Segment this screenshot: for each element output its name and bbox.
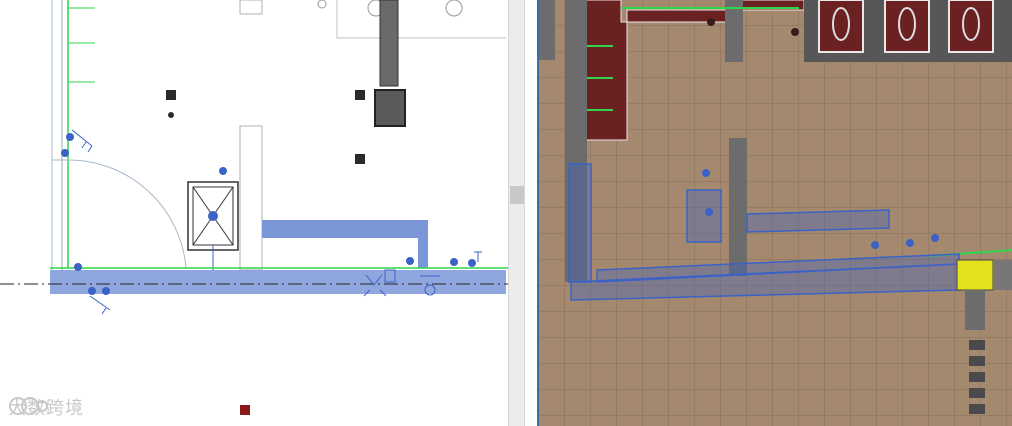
pipe-main-highlight xyxy=(50,270,506,294)
yellow-block xyxy=(956,259,994,291)
grey-column xyxy=(725,0,743,62)
sink-icon xyxy=(445,0,463,17)
splitter-handle[interactable] xyxy=(510,186,524,204)
wall-arrows xyxy=(68,7,95,83)
plan-canvas[interactable] xyxy=(0,0,508,426)
column-outline xyxy=(239,125,263,271)
duct-riser-icon xyxy=(379,0,399,87)
view-gap xyxy=(525,0,537,426)
column-outline xyxy=(239,0,263,15)
pipe-branch-highlight xyxy=(262,220,428,238)
fixture-tag-icon xyxy=(317,0,327,9)
view-splitter[interactable] xyxy=(508,0,525,426)
marker-red xyxy=(240,405,250,415)
room-outline xyxy=(336,0,506,39)
urinal-row xyxy=(818,0,994,53)
watermark: 大数跨境 xyxy=(8,394,84,420)
marker-icons xyxy=(166,90,365,164)
floor-plan-view[interactable]: 大数跨境 xyxy=(0,0,508,426)
duct-riser-base xyxy=(374,89,406,127)
door-swing xyxy=(67,159,187,269)
watermark-logo-icon xyxy=(9,397,48,415)
3d-view[interactable] xyxy=(537,0,1012,426)
fixture-tag-icon xyxy=(219,167,227,175)
3d-canvas[interactable] xyxy=(539,0,1012,426)
grey-column xyxy=(729,138,747,276)
